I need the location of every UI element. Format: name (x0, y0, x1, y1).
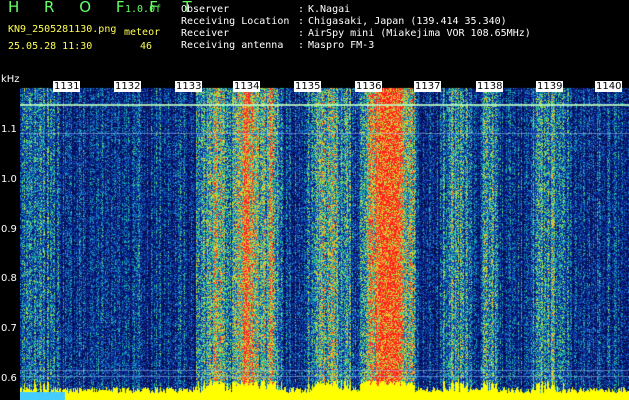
spectrogram-plot (20, 78, 629, 400)
x-tick-label: 1138 (476, 81, 504, 92)
info-colon: : (298, 40, 305, 51)
antenna-label: Receiving antenna (181, 40, 284, 51)
location-value: Chigasaki, Japan (139.414 35.340) (308, 16, 507, 27)
y-tick-label: 0.7 (1, 323, 17, 334)
x-tick-label: 1131 (53, 81, 81, 92)
y-tick-label: 0.6 (1, 373, 17, 384)
x-tick-label: 1136 (355, 81, 383, 92)
y-tick-label: 1.1 (1, 124, 17, 135)
x-tick-label: 1133 (175, 81, 203, 92)
info-colon: : (298, 4, 305, 15)
meteor-count: 46 (140, 41, 153, 52)
measure-time: 25.05.28 11:30 (8, 41, 93, 52)
y-tick-label: 0.9 (1, 224, 17, 235)
app-title: H R O F F T (8, 0, 202, 16)
x-tick-label: 1139 (536, 81, 564, 92)
observer-label: Observer (181, 4, 230, 15)
version-label: 1.0.0f (125, 4, 162, 15)
receiver-label: Receiver (181, 28, 230, 39)
x-tick-label: 1134 (233, 81, 261, 92)
observer-value: K.Nagai (308, 4, 351, 15)
x-tick-label: 1137 (414, 81, 442, 92)
receiver-value: AirSpy mini (Miakejima VOR 108.65MHz) (308, 28, 531, 39)
antenna-value: Maspro FM-3 (308, 40, 375, 51)
filename-label: KN9_2505281130.png (8, 24, 117, 35)
location-label: Receiving Location (181, 16, 290, 27)
info-colon: : (298, 16, 305, 27)
info-colon: : (298, 28, 305, 39)
hrofft-window: H R O F F T 1.0.0f KN9_2505281130.png me… (0, 0, 629, 400)
y-axis-unit: kHz (1, 74, 20, 85)
x-tick-label: 1132 (114, 81, 142, 92)
meteor-label: meteor (124, 27, 161, 38)
x-tick-label: 1140 (595, 81, 623, 92)
y-tick-label: 0.8 (1, 273, 17, 284)
y-tick-label: 1.0 (1, 174, 17, 185)
x-tick-label: 1135 (294, 81, 322, 92)
